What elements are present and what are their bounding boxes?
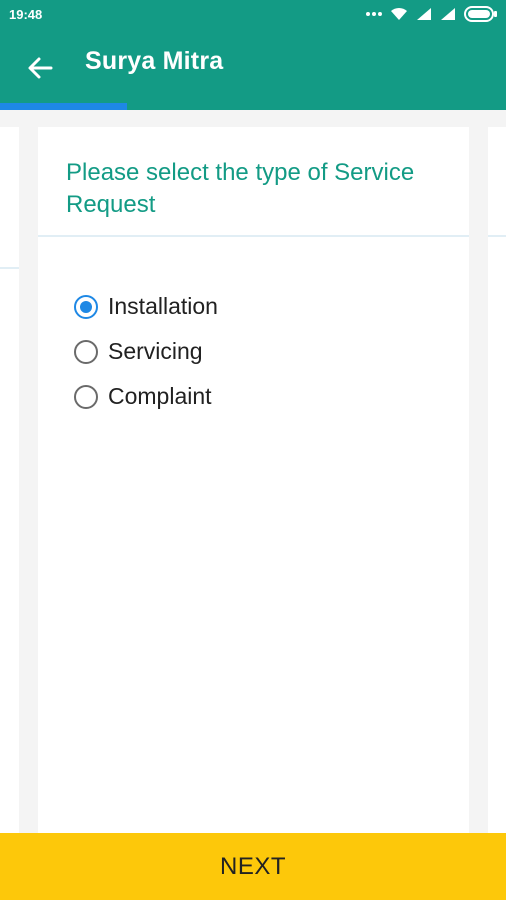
- previous-card-peek: [0, 127, 19, 837]
- status-icons: [366, 6, 498, 22]
- option-installation[interactable]: Installation: [74, 284, 434, 329]
- wifi-icon: [390, 7, 408, 21]
- question-text: Please select the type of Service Reques…: [66, 159, 415, 218]
- back-button[interactable]: [20, 50, 60, 86]
- radio-button[interactable]: [74, 294, 98, 319]
- signal-icon: [440, 7, 456, 21]
- service-request-card: Please select the type of Service Reques…: [38, 127, 469, 837]
- app-bar: Surya Mitra: [0, 30, 506, 107]
- next-button[interactable]: NEXT: [0, 833, 506, 900]
- status-time: 19:48: [9, 7, 43, 22]
- app-title: Surya Mitra: [85, 47, 224, 75]
- option-complaint[interactable]: Complaint: [74, 374, 434, 419]
- divider: [38, 235, 469, 237]
- step-progress-bar: [0, 103, 506, 110]
- option-label: Servicing: [108, 338, 203, 364]
- radio-button[interactable]: [74, 384, 98, 409]
- service-type-radio-group: Installation Servicing Complaint: [74, 284, 434, 419]
- option-servicing[interactable]: Servicing: [74, 329, 434, 374]
- next-card-peek: [488, 127, 506, 837]
- card-header: Please select the type of Service Reques…: [66, 157, 446, 221]
- status-bar: 19:48: [0, 0, 506, 30]
- signal-icon: [416, 7, 432, 21]
- arrow-left-icon: [28, 57, 53, 79]
- option-label: Installation: [108, 293, 218, 319]
- more-dots-icon: [366, 11, 382, 17]
- step-progress-fill: [0, 103, 127, 110]
- option-label: Complaint: [108, 383, 212, 409]
- radio-button[interactable]: [74, 339, 98, 364]
- battery-icon: [464, 6, 498, 22]
